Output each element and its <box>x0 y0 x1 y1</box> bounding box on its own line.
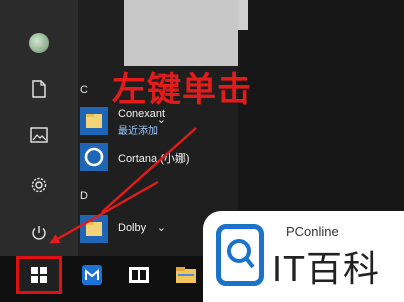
dolby-app-icon[interactable] <box>126 262 152 288</box>
cortana-ring-icon <box>80 143 108 171</box>
section-letter-d[interactable]: D <box>80 190 88 202</box>
app-name: Dolby <box>118 222 147 234</box>
app-list-header-image <box>124 0 240 66</box>
watermark-brand-large: IT百科 <box>272 248 380 289</box>
file-explorer-icon[interactable] <box>173 262 199 288</box>
folder-icon <box>80 107 108 135</box>
annotation-label: 左键单击 <box>112 70 252 110</box>
app-name: Cortana (小娜) <box>118 153 190 165</box>
watermark-brand-small: PConline <box>286 224 339 239</box>
document-icon[interactable] <box>24 74 54 104</box>
pictures-icon[interactable] <box>24 120 54 150</box>
app-item-cortana[interactable]: Cortana (小娜) <box>78 140 258 174</box>
chevron-down-icon: ⌄ <box>156 222 166 234</box>
pconline-logo <box>216 224 264 286</box>
avatar[interactable] <box>24 28 54 58</box>
section-letter-c[interactable]: C <box>80 84 88 96</box>
chevron-down-icon: ⌄ <box>156 114 166 126</box>
screenshot-root: C Conexant 最近添加 ⌄ Cortana (小娜) D Dolby ⌄… <box>0 0 404 302</box>
power-icon[interactable] <box>24 218 54 248</box>
windows-start-icon[interactable] <box>16 256 62 294</box>
start-rail <box>0 0 78 256</box>
folder-icon <box>80 215 108 243</box>
maxthon-browser-icon[interactable] <box>79 262 105 288</box>
scrollbar[interactable] <box>238 0 248 30</box>
settings-gear-icon[interactable] <box>24 170 54 200</box>
recently-added-label: 最近添加 <box>118 126 158 137</box>
